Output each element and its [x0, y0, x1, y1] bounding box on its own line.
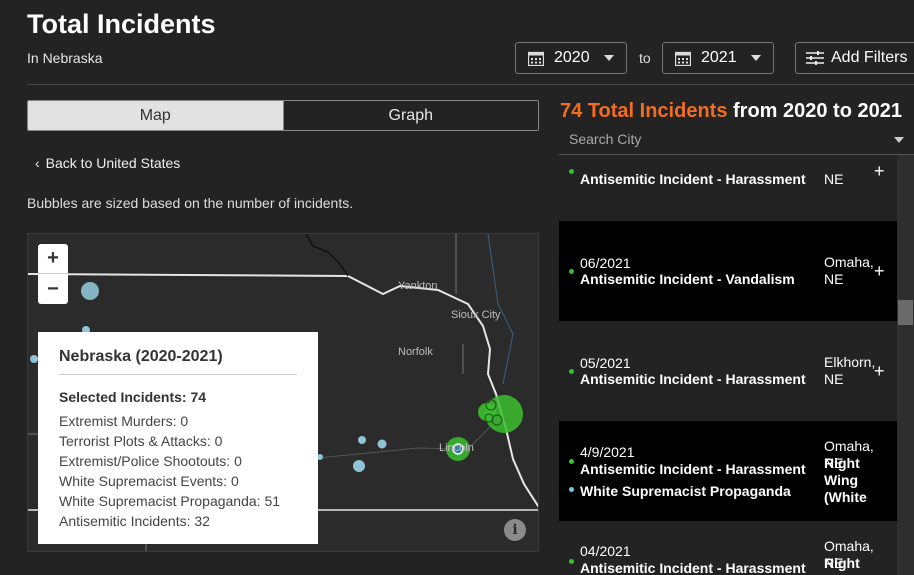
tooltip-row: Extremist Murders: 0	[59, 413, 189, 429]
map-bubble-propaganda	[30, 355, 38, 363]
antisemitic-dot	[569, 269, 574, 274]
expand-plus-icon[interactable]: +	[874, 361, 885, 382]
incident-type: Antisemitic Incident - Harassment	[580, 560, 806, 575]
map-label-yankton: Yankton	[398, 280, 438, 292]
incident-location: Elkhorn, NE	[824, 354, 876, 387]
page: Total Incidents In Nebraska 2020 to 2021	[0, 0, 914, 575]
to-year-value: 2021	[701, 49, 737, 66]
map-bubble-propaganda	[81, 282, 99, 300]
incident-date: 04/2021	[580, 543, 631, 559]
map-bubble-propaganda	[377, 439, 387, 449]
incident-date: 05/2021	[580, 355, 631, 371]
map-label-sioux-city: Sioux City	[451, 309, 501, 321]
expand-plus-icon[interactable]: +	[874, 161, 885, 182]
back-link-label: Back to United States	[45, 155, 181, 171]
zoom-in-button[interactable]: +	[38, 244, 68, 274]
tooltip-row: Terrorist Plots & Attacks: 0	[59, 433, 223, 449]
incident-location: Omaha, NE	[824, 254, 874, 287]
tooltip-row: White Supremacist Events: 0	[59, 473, 239, 489]
incidents-summary: 74 Total Incidents from 2020 to 2021	[560, 100, 902, 123]
incident-category: Right Wing (White Supremacist	[824, 455, 897, 507]
river-line	[305, 234, 349, 277]
tab-map[interactable]: Map	[28, 101, 283, 130]
tooltip-selected-count: Selected Incidents: 74	[59, 389, 207, 405]
to-label: to	[639, 50, 651, 66]
incident-map[interactable]: Yankton Sioux City Norfolk Lincoln + − i…	[27, 233, 539, 552]
chevron-down-icon	[894, 137, 904, 143]
incident-date: 4/9/2021	[580, 444, 635, 460]
incidents-range: from 2020 to 2021	[727, 100, 902, 122]
zoom-out-button[interactable]: −	[38, 274, 68, 304]
antisemitic-dot	[569, 459, 574, 464]
tooltip-title: Nebraska (2020-2021)	[59, 348, 297, 375]
map-bubble-propaganda	[353, 460, 365, 472]
chevron-down-icon	[751, 55, 761, 61]
back-to-us-link[interactable]: ‹ Back to United States	[35, 155, 180, 171]
tab-graph[interactable]: Graph	[282, 101, 538, 130]
expand-plus-icon[interactable]: +	[874, 261, 885, 282]
calendar-icon	[675, 51, 691, 66]
filter-sliders-icon	[806, 51, 824, 65]
page-subtitle: In Nebraska	[27, 50, 103, 66]
scrollbar-thumb[interactable]	[898, 300, 913, 325]
tooltip-row: Extremist/Police Shootouts: 0	[59, 453, 242, 469]
header-divider	[27, 84, 914, 85]
from-year-value: 2020	[554, 49, 590, 66]
map-label-norfolk: Norfolk	[398, 346, 433, 358]
incident-list-scrollbar[interactable]	[897, 155, 914, 575]
incident-type: White Supremacist Propaganda	[580, 483, 791, 499]
zoom-control: + −	[38, 244, 68, 304]
incident-category: Right Wing (White	[824, 555, 860, 575]
incident-date: 06/2021	[580, 255, 631, 271]
map-note: Bubbles are sized based on the number of…	[27, 195, 354, 211]
chevron-left-icon: ‹	[35, 155, 40, 171]
incident-row[interactable]: 05/2021 Antisemitic Incident - Harassmen…	[559, 321, 897, 421]
incident-row[interactable]: 4/9/2021 Antisemitic Incident - Harassme…	[559, 421, 897, 521]
incident-type: Antisemitic Incident - Harassment	[580, 461, 806, 477]
antisemitic-dot	[569, 369, 574, 374]
calendar-icon	[528, 51, 544, 66]
incidents-count: 74 Total Incidents	[560, 100, 728, 122]
map-label-lincoln: Lincoln	[439, 442, 474, 454]
incident-location: NE	[824, 171, 844, 187]
incident-type: Antisemitic Incident - Harassment	[580, 371, 806, 387]
incident-type: Antisemitic Incident - Harassment	[580, 171, 806, 187]
antisemitic-dot	[569, 169, 574, 174]
to-year-select[interactable]: 2021	[662, 42, 774, 74]
incident-row[interactable]: Antisemitic Incident - Harassment NE +	[559, 155, 897, 221]
map-bubble-propaganda	[358, 436, 366, 444]
incident-row[interactable]: 04/2021 Antisemitic Incident - Harassmen…	[559, 521, 897, 575]
add-filters-button[interactable]: Add Filters	[795, 42, 914, 74]
info-icon[interactable]: i	[504, 519, 526, 541]
tooltip-row: Antisemitic Incidents: 32	[59, 513, 210, 529]
from-year-select[interactable]: 2020	[515, 42, 627, 74]
propaganda-dot	[569, 487, 574, 492]
tooltip-row: White Supremacist Propaganda: 51	[59, 493, 281, 509]
chevron-down-icon	[604, 55, 614, 61]
incident-type: Antisemitic Incident - Vandalism	[580, 271, 795, 287]
add-filters-label: Add Filters	[831, 49, 908, 66]
antisemitic-dot	[569, 559, 574, 564]
incident-row[interactable]: 06/2021 Antisemitic Incident - Vandalism…	[559, 221, 897, 321]
page-title: Total Incidents	[27, 9, 216, 39]
search-city-placeholder: Search City	[569, 131, 642, 147]
view-tabs: Map Graph	[27, 100, 539, 131]
incident-list: Antisemitic Incident - Harassment NE + 0…	[559, 155, 897, 575]
search-city-select[interactable]: Search City	[559, 128, 914, 155]
state-tooltip: Nebraska (2020-2021) Selected Incidents:…	[38, 332, 318, 544]
